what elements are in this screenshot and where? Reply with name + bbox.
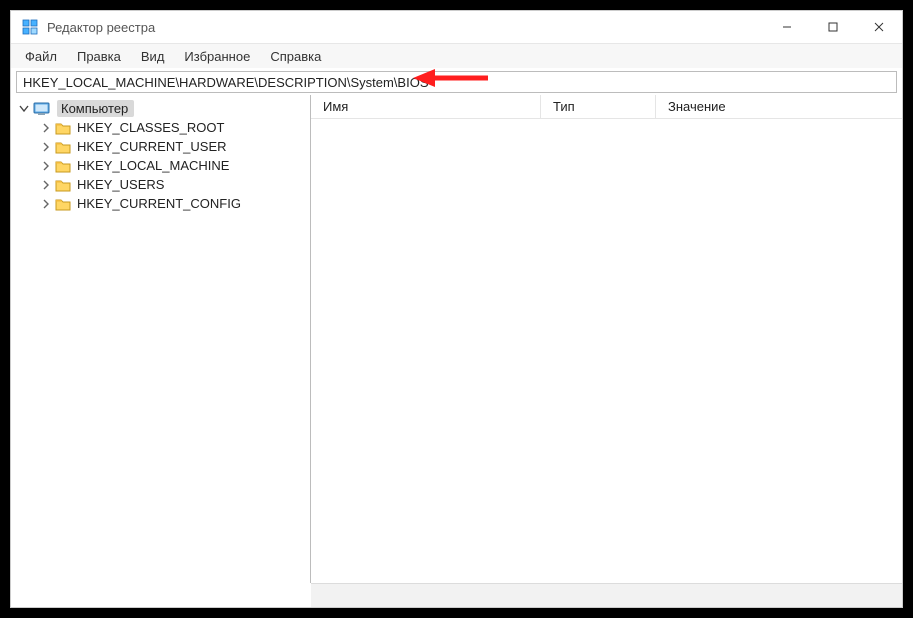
chevron-right-icon[interactable]	[39, 159, 53, 173]
close-button[interactable]	[856, 11, 902, 43]
list-header: Имя Тип Значение	[311, 95, 902, 119]
menu-view[interactable]: Вид	[133, 47, 173, 66]
column-value[interactable]: Значение	[656, 95, 902, 118]
workspace: Компьютер HKEY_CLASSES_ROOT HKEY_CURRE	[11, 95, 902, 583]
minimize-icon	[782, 22, 792, 32]
tree-root-computer[interactable]: Компьютер	[11, 99, 310, 118]
computer-icon	[33, 102, 51, 116]
maximize-icon	[828, 22, 838, 32]
menu-file[interactable]: Файл	[17, 47, 65, 66]
column-name[interactable]: Имя	[311, 95, 541, 118]
chevron-right-icon[interactable]	[39, 197, 53, 211]
chevron-right-icon[interactable]	[39, 121, 53, 135]
tree-view[interactable]: Компьютер HKEY_CLASSES_ROOT HKEY_CURRE	[11, 95, 311, 583]
chevron-down-icon[interactable]	[17, 102, 31, 116]
menu-bar: Файл Правка Вид Избранное Справка	[11, 44, 902, 68]
status-bar	[311, 583, 902, 607]
tree-root-label: Компьютер	[57, 100, 134, 117]
menu-favorites[interactable]: Избранное	[176, 47, 258, 66]
app-window: Редактор реестра Файл Правка Вид Избранн…	[10, 10, 903, 608]
tree-item-label: HKEY_LOCAL_MACHINE	[77, 158, 229, 173]
tree-item-hklm[interactable]: HKEY_LOCAL_MACHINE	[11, 156, 310, 175]
folder-icon	[55, 178, 71, 192]
tree-item-hkcu[interactable]: HKEY_CURRENT_USER	[11, 137, 310, 156]
app-icon	[21, 18, 39, 36]
tree-item-label: HKEY_CURRENT_USER	[77, 139, 227, 154]
folder-icon	[55, 140, 71, 154]
close-icon	[874, 22, 884, 32]
folder-icon	[55, 197, 71, 211]
list-view[interactable]: Имя Тип Значение	[311, 95, 902, 583]
window-controls	[764, 11, 902, 43]
list-body-empty	[311, 119, 902, 583]
folder-icon	[55, 159, 71, 173]
tree-item-label: HKEY_CLASSES_ROOT	[77, 120, 224, 135]
column-type[interactable]: Тип	[541, 95, 656, 118]
tree-item-hkcr[interactable]: HKEY_CLASSES_ROOT	[11, 118, 310, 137]
tree-item-label: HKEY_CURRENT_CONFIG	[77, 196, 241, 211]
menu-edit[interactable]: Правка	[69, 47, 129, 66]
menu-help[interactable]: Справка	[262, 47, 329, 66]
tree-item-hku[interactable]: HKEY_USERS	[11, 175, 310, 194]
folder-icon	[55, 121, 71, 135]
tree-item-hkcc[interactable]: HKEY_CURRENT_CONFIG	[11, 194, 310, 213]
tree-item-label: HKEY_USERS	[77, 177, 164, 192]
title-bar[interactable]: Редактор реестра	[11, 11, 902, 44]
address-text: HKEY_LOCAL_MACHINE\HARDWARE\DESCRIPTION\…	[23, 75, 429, 90]
registry-app-icon	[21, 18, 39, 36]
address-bar[interactable]: HKEY_LOCAL_MACHINE\HARDWARE\DESCRIPTION\…	[16, 71, 897, 93]
minimize-button[interactable]	[764, 11, 810, 43]
maximize-button[interactable]	[810, 11, 856, 43]
chevron-right-icon[interactable]	[39, 140, 53, 154]
window-title: Редактор реестра	[47, 20, 155, 35]
chevron-right-icon[interactable]	[39, 178, 53, 192]
